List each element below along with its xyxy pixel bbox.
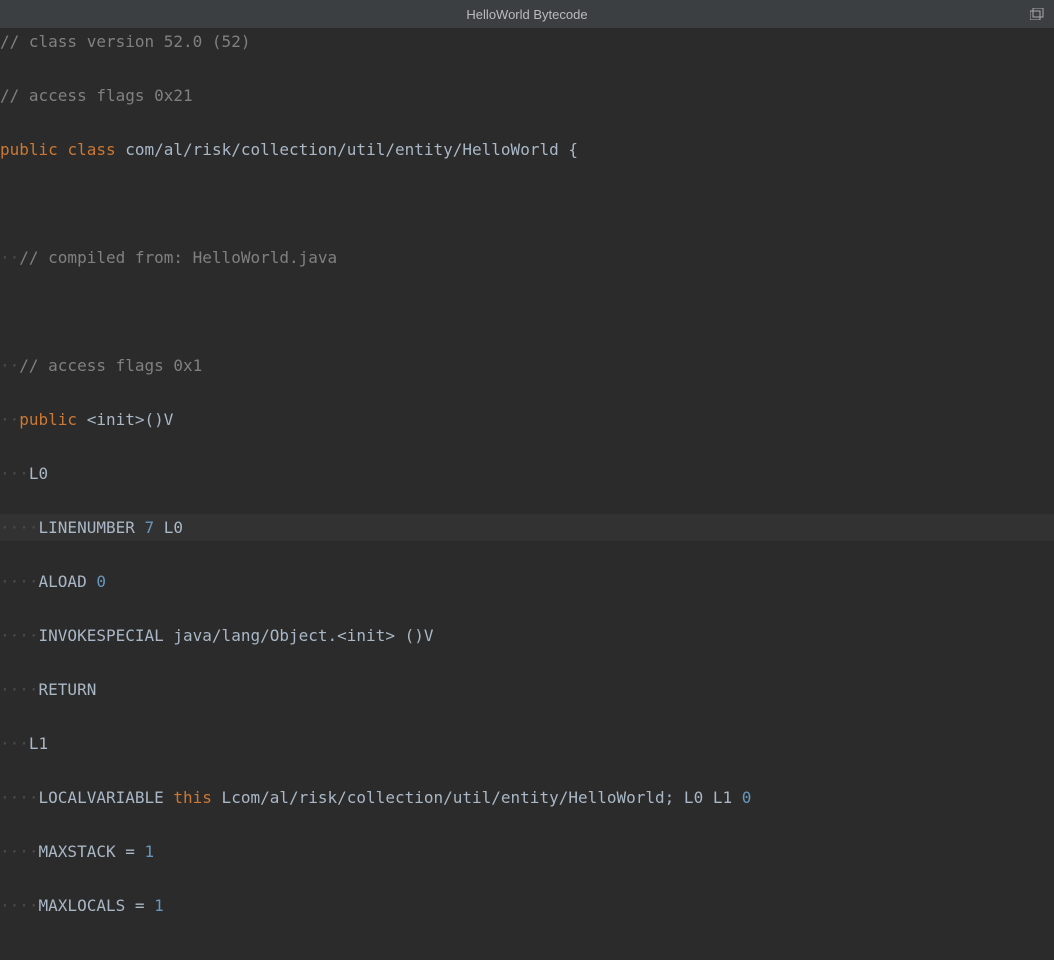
whitespace-marker: ···· — [0, 626, 39, 645]
token-plain: L1 — [29, 734, 48, 753]
code-line[interactable]: ···L0 — [0, 460, 1054, 487]
code-line[interactable]: ··// compiled from: HelloWorld.java — [0, 244, 1054, 271]
token-plain: RETURN — [39, 680, 97, 699]
code-line[interactable] — [0, 298, 1054, 325]
code-line[interactable] — [0, 946, 1054, 960]
token-plain: INVOKESPECIAL java/lang/Object.<init> ()… — [39, 626, 434, 645]
whitespace-marker: ···· — [0, 572, 39, 591]
whitespace-marker: ···· — [0, 896, 39, 915]
token-kw: public — [0, 140, 58, 159]
token-comment: // access flags 0x21 — [0, 86, 193, 105]
token-num: 7 — [145, 518, 155, 537]
restore-window-icon[interactable] — [1030, 8, 1044, 20]
token-comment: // compiled from: HelloWorld.java — [19, 248, 337, 267]
whitespace-marker: ·· — [0, 248, 19, 267]
token-comment: // class version 52.0 (52) — [0, 32, 250, 51]
code-line[interactable]: ····LOCALVARIABLE this Lcom/al/risk/coll… — [0, 784, 1054, 811]
token-plain — [58, 140, 68, 159]
whitespace-marker: ·· — [0, 356, 19, 375]
whitespace-marker: ···· — [0, 680, 39, 699]
token-plain: MAXSTACK = — [39, 842, 145, 861]
code-line[interactable]: ····LINENUMBER 7 L0 — [0, 514, 1054, 541]
code-line[interactable]: ···L1 — [0, 730, 1054, 757]
code-line[interactable]: ····INVOKESPECIAL java/lang/Object.<init… — [0, 622, 1054, 649]
code-line[interactable]: ····MAXSTACK = 1 — [0, 838, 1054, 865]
code-line[interactable]: // access flags 0x21 — [0, 82, 1054, 109]
code-line[interactable]: // class version 52.0 (52) — [0, 28, 1054, 55]
whitespace-marker: ··· — [0, 464, 29, 483]
token-plain: <init>()V — [77, 410, 173, 429]
code-line[interactable]: public class com/al/risk/collection/util… — [0, 136, 1054, 163]
token-comment: // access flags 0x1 — [19, 356, 202, 375]
token-plain: LOCALVARIABLE — [39, 788, 174, 807]
token-num: 1 — [145, 842, 155, 861]
whitespace-marker: ·· — [0, 410, 19, 429]
whitespace-marker: ···· — [0, 842, 39, 861]
token-plain: ALOAD — [39, 572, 97, 591]
token-brace: { — [568, 140, 578, 159]
code-block[interactable]: // class version 52.0 (52) // access fla… — [0, 28, 1054, 960]
title-bar: HelloWorld Bytecode — [0, 0, 1054, 28]
whitespace-marker: ··· — [0, 734, 29, 753]
code-line[interactable] — [0, 190, 1054, 217]
token-kw: this — [173, 788, 212, 807]
code-line[interactable]: ··// access flags 0x1 — [0, 352, 1054, 379]
token-plain: com/al/risk/collection/util/entity/Hello… — [116, 140, 569, 159]
token-num: 0 — [96, 572, 106, 591]
token-plain: Lcom/al/risk/collection/util/entity/Hell… — [212, 788, 742, 807]
token-num: 0 — [742, 788, 752, 807]
token-kw: class — [67, 140, 115, 159]
token-kw: public — [19, 410, 77, 429]
token-plain: L0 — [29, 464, 48, 483]
bytecode-editor[interactable]: // class version 52.0 (52) // access fla… — [0, 28, 1054, 960]
whitespace-marker: ···· — [0, 518, 39, 537]
token-num: 1 — [154, 896, 164, 915]
code-line[interactable]: ····ALOAD 0 — [0, 568, 1054, 595]
code-line[interactable]: ····RETURN — [0, 676, 1054, 703]
whitespace-marker: ···· — [0, 788, 39, 807]
token-plain: L0 — [154, 518, 183, 537]
token-plain: MAXLOCALS = — [39, 896, 155, 915]
code-line[interactable]: ··public <init>()V — [0, 406, 1054, 433]
code-line[interactable]: ····MAXLOCALS = 1 — [0, 892, 1054, 919]
token-plain: LINENUMBER — [39, 518, 145, 537]
window-title: HelloWorld Bytecode — [466, 7, 587, 22]
